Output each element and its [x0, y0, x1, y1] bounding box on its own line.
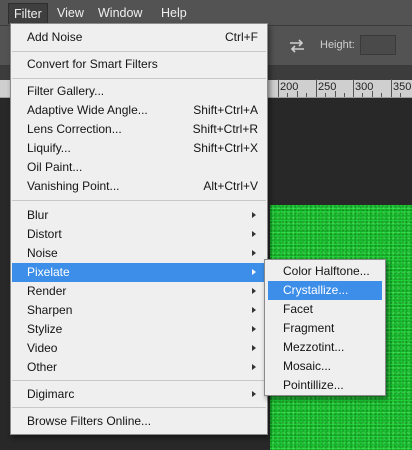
ruler-tick: [353, 79, 354, 97]
height-label: Height:: [320, 39, 355, 51]
menu-item-label: Sharpen: [27, 303, 73, 317]
menu-separator: [12, 380, 266, 381]
menu-item-label: Stylize: [27, 322, 63, 336]
ruler-tick: [381, 93, 382, 97]
menu-item-add-noise[interactable]: Add Noise Ctrl+F: [12, 28, 266, 47]
pixelate-submenu: Color Halftone... Crystallize... Facet F…: [264, 259, 386, 396]
menu-item-oil-paint[interactable]: Oil Paint...: [12, 158, 266, 177]
menu-item-vanishing-point[interactable]: Vanishing Point... Alt+Ctrl+V: [12, 177, 266, 196]
ruler-tick: [306, 93, 307, 97]
menu-item-label: Blur: [27, 208, 49, 222]
submenu-item-fragment[interactable]: Fragment: [268, 319, 382, 338]
submenu-arrow-icon: [252, 231, 256, 237]
submenu-item-mosaic[interactable]: Mosaic...: [268, 357, 382, 376]
menu-item-label: Add Noise: [27, 30, 83, 44]
menu-item-render[interactable]: Render: [12, 282, 266, 301]
shortcut-label: Shift+Ctrl+A: [193, 103, 258, 117]
ruler-label: 250: [318, 81, 337, 93]
menu-item-label: Filter Gallery...: [27, 84, 105, 98]
menu-separator: [12, 78, 266, 79]
ruler-tick: [372, 91, 373, 97]
menu-item-label: Convert for Smart Filters: [27, 57, 158, 71]
menu-item-stylize[interactable]: Stylize: [12, 320, 266, 339]
ruler-tick: [344, 93, 345, 97]
submenu-arrow-icon: [252, 212, 256, 218]
shortcut-label: Alt+Ctrl+V: [203, 179, 258, 193]
ruler-label: 350: [393, 81, 412, 93]
menu-separator: [12, 51, 266, 52]
menu-item-lens-correction[interactable]: Lens Correction... Shift+Ctrl+R: [12, 120, 266, 139]
menu-separator: [12, 407, 266, 408]
menu-item-sharpen[interactable]: Sharpen: [12, 301, 266, 320]
height-input[interactable]: [360, 35, 396, 55]
ruler-label: 300: [355, 81, 374, 93]
menu-item-label: Adaptive Wide Angle...: [27, 103, 148, 117]
submenu-arrow-icon: [252, 250, 256, 256]
menu-item-label: Lens Correction...: [27, 122, 122, 136]
menu-item-distort[interactable]: Distort: [12, 225, 266, 244]
submenu-item-crystallize[interactable]: Crystallize...: [268, 281, 382, 300]
shortcut-label: Ctrl+F: [225, 30, 258, 44]
menu-item-label: Pixelate: [27, 265, 70, 279]
menu-window[interactable]: Window: [93, 3, 147, 24]
menu-filter[interactable]: Filter: [8, 3, 48, 24]
submenu-arrow-icon: [252, 288, 256, 294]
ruler-tick: [316, 79, 317, 97]
menu-help[interactable]: Help: [156, 3, 192, 24]
ruler-tick: [287, 93, 288, 97]
menu-item-video[interactable]: Video: [12, 339, 266, 358]
submenu-arrow-icon: [252, 345, 256, 351]
menu-view[interactable]: View: [52, 3, 89, 24]
submenu-arrow-icon: [252, 364, 256, 370]
filter-menu: Add Noise Ctrl+F Convert for Smart Filte…: [10, 23, 268, 435]
shortcut-label: Shift+Ctrl+R: [192, 122, 258, 136]
menu-item-label: Browse Filters Online...: [27, 414, 152, 428]
menu-item-label: Render: [27, 284, 67, 298]
menu-item-blur[interactable]: Blur: [12, 206, 266, 225]
submenu-item-facet[interactable]: Facet: [268, 300, 382, 319]
menu-item-label: Video: [27, 341, 58, 355]
submenu-arrow-icon: [252, 391, 256, 397]
menu-item-noise[interactable]: Noise: [12, 244, 266, 263]
swap-icon[interactable]: [288, 38, 306, 54]
ruler-tick: [325, 93, 326, 97]
submenu-arrow-icon: [252, 269, 256, 275]
ruler-tick: [400, 93, 401, 97]
ruler-tick: [335, 91, 336, 97]
ruler-tick: [278, 79, 279, 97]
menu-item-other[interactable]: Other: [12, 358, 266, 377]
menu-item-liquify[interactable]: Liquify... Shift+Ctrl+X: [12, 139, 266, 158]
menu-separator: [12, 200, 266, 201]
menu-item-label: Other: [27, 360, 58, 374]
submenu-arrow-icon: [252, 326, 256, 332]
submenu-item-color-halftone[interactable]: Color Halftone...: [268, 262, 382, 281]
submenu-item-mezzotint[interactable]: Mezzotint...: [268, 338, 382, 357]
menu-item-pixelate[interactable]: Pixelate: [12, 263, 266, 282]
menu-item-label: Distort: [27, 227, 62, 241]
menu-item-label: Noise: [27, 246, 58, 260]
ruler-tick: [362, 93, 363, 97]
ruler-tick: [391, 79, 392, 97]
menu-item-label: Vanishing Point...: [27, 179, 120, 193]
menu-item-browse-filters-online[interactable]: Browse Filters Online...: [12, 412, 266, 431]
menu-item-label: Oil Paint...: [27, 160, 83, 174]
menu-item-filter-gallery[interactable]: Filter Gallery...: [12, 82, 266, 101]
menu-item-digimarc[interactable]: Digimarc: [12, 385, 266, 404]
ruler-label: 200: [280, 81, 299, 93]
menu-item-label: Liquify...: [27, 141, 71, 155]
submenu-item-pointillize[interactable]: Pointillize...: [268, 376, 382, 395]
shortcut-label: Shift+Ctrl+X: [193, 141, 258, 155]
menu-item-convert-smart-filters[interactable]: Convert for Smart Filters: [12, 55, 266, 74]
menu-item-adaptive-wide-angle[interactable]: Adaptive Wide Angle... Shift+Ctrl+A: [12, 101, 266, 120]
submenu-arrow-icon: [252, 307, 256, 313]
ruler-tick: [297, 91, 298, 97]
menu-item-label: Digimarc: [27, 387, 75, 401]
